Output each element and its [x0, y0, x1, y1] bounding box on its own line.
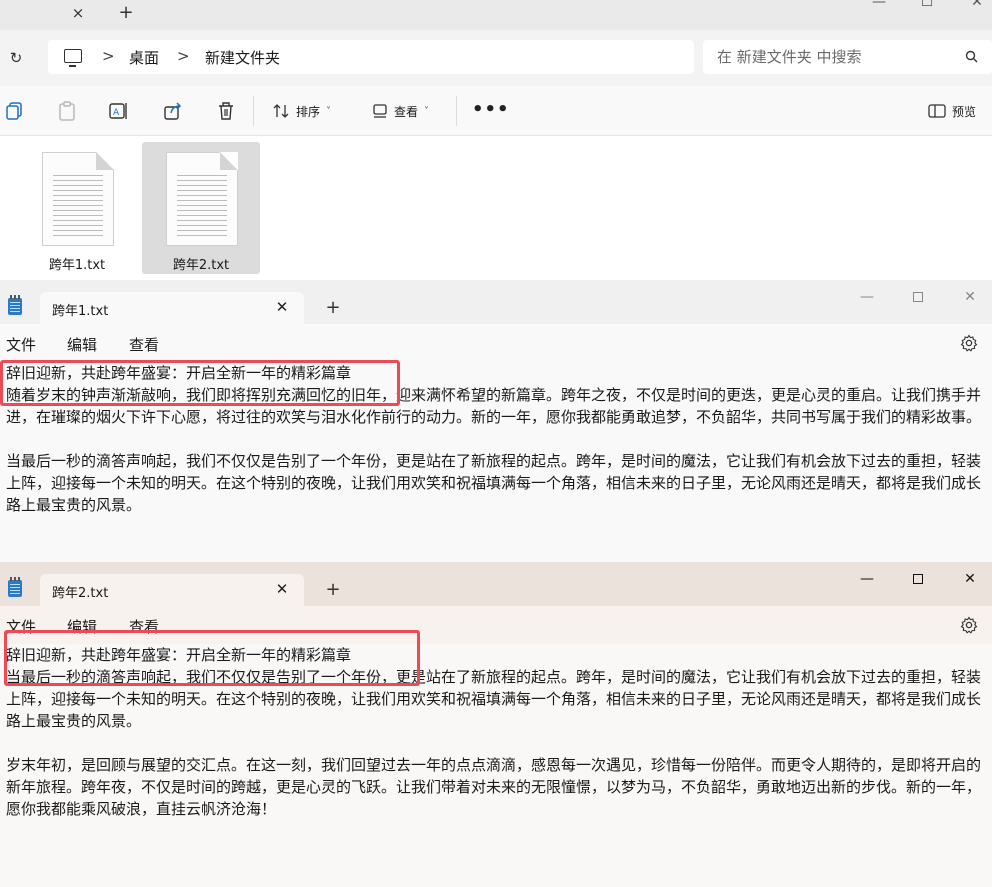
command-bar: A 排序 ˅ 查看 ˅ ••• 预览: [0, 86, 992, 136]
text-file-icon: [42, 152, 114, 246]
file-list: 跨年1.txt 跨年2.txt: [0, 136, 992, 280]
text-file-icon: [166, 152, 238, 246]
sort-button[interactable]: 排序 ˅: [272, 98, 331, 124]
file-item[interactable]: 跨年1.txt: [18, 142, 136, 274]
breadcrumb-separator-icon[interactable]: >: [102, 47, 115, 65]
breadcrumb-desktop[interactable]: 桌面: [129, 47, 159, 68]
notepad-window-1: 跨年1.txt ✕ + — ✕ 文件 编辑 查看 辞旧迎新，共赴跨年盛宴：开启全…: [0, 280, 992, 562]
settings-gear-icon[interactable]: [960, 616, 978, 634]
minimize-button[interactable]: —: [852, 568, 882, 590]
close-tab-icon[interactable]: ✕: [272, 579, 292, 599]
explorer-address-row: ↻ > 桌面 > 新建文件夹: [0, 30, 992, 86]
file-name: 跨年1.txt: [48, 258, 106, 273]
menu-view[interactable]: 查看: [129, 334, 159, 355]
toolbar-divider: [456, 96, 457, 126]
notepad-tab[interactable]: 跨年2.txt ✕: [40, 574, 304, 606]
search-box: [703, 40, 992, 74]
close-tab-icon[interactable]: ✕: [272, 297, 292, 317]
file-name: 跨年2.txt: [172, 258, 230, 273]
title-highlight-box: [0, 360, 400, 406]
breadcrumb-new-folder[interactable]: 新建文件夹: [205, 47, 280, 68]
explorer-tab-close-button[interactable]: ×: [68, 3, 88, 23]
notepad-window-2: 跨年2.txt ✕ + — ✕ 文件 编辑 查看 辞旧迎新，共赴跨年盛宴：开启全…: [0, 562, 992, 887]
explorer-new-tab-button[interactable]: +: [116, 3, 136, 23]
menu-file[interactable]: 文件: [6, 334, 36, 355]
paste-icon[interactable]: [56, 100, 78, 122]
refresh-icon[interactable]: ↻: [6, 48, 26, 68]
notepad-title-bar: 跨年2.txt ✕ + — ✕: [0, 562, 992, 606]
new-tab-button[interactable]: +: [323, 580, 343, 600]
this-pc-icon[interactable]: [64, 49, 82, 67]
address-bar[interactable]: > 桌面 > 新建文件夹: [48, 40, 694, 74]
maximize-button[interactable]: [913, 574, 923, 584]
delete-icon[interactable]: [215, 100, 237, 122]
explorer-tab-bar: × + — ☐ ✕: [0, 0, 992, 30]
sort-label: 排序: [296, 104, 321, 119]
close-window-button[interactable]: ✕: [955, 286, 985, 308]
menu-edit[interactable]: 编辑: [67, 334, 97, 355]
explorer-maximize-button[interactable]: ☐: [912, 0, 942, 12]
file-explorer-window: × + — ☐ ✕ ↻ > 桌面 > 新建文件夹 在 新建文件夹 中搜索 A 排…: [0, 0, 992, 280]
notepad-tab-title: 跨年2.txt: [52, 586, 109, 601]
preview-label: 预览: [952, 104, 977, 119]
notepad-app-icon: [8, 577, 22, 597]
svg-text:A: A: [113, 108, 120, 118]
notepad-tab[interactable]: 跨年1.txt ✕: [40, 292, 304, 324]
share-icon[interactable]: [162, 100, 184, 122]
title-highlight-box: [4, 630, 420, 686]
sort-icon: [273, 104, 289, 118]
settings-gear-icon[interactable]: [960, 334, 978, 352]
notepad-tab-title: 跨年1.txt: [52, 304, 109, 319]
view-button[interactable]: 查看 ˅: [372, 98, 429, 124]
view-label: 查看: [394, 104, 419, 119]
copy-icon[interactable]: [4, 100, 26, 122]
notepad-app-icon: [8, 295, 22, 315]
preview-pane-button[interactable]: 预览: [928, 98, 976, 124]
minimize-button[interactable]: —: [852, 286, 882, 308]
rename-icon[interactable]: A: [108, 100, 130, 122]
toolbar-divider: [253, 96, 254, 126]
new-tab-button[interactable]: +: [323, 298, 343, 318]
file-item[interactable]: 跨年2.txt: [142, 142, 260, 274]
search-input[interactable]: [703, 40, 953, 74]
chevron-down-icon: ˅: [424, 105, 430, 117]
chevron-down-icon: ˅: [326, 105, 332, 117]
notepad-title-bar: 跨年1.txt ✕ + — ✕: [0, 280, 992, 324]
search-icon[interactable]: [965, 50, 978, 63]
maximize-button[interactable]: [913, 292, 923, 302]
notepad-menu-bar: 文件 编辑 查看: [0, 324, 992, 362]
preview-pane-icon: [928, 104, 946, 118]
close-window-button[interactable]: ✕: [955, 568, 985, 590]
view-icon: [373, 104, 387, 118]
more-options-button[interactable]: •••: [472, 99, 510, 120]
breadcrumb-separator-icon[interactable]: >: [177, 47, 190, 65]
explorer-minimize-button[interactable]: —: [864, 0, 894, 12]
explorer-close-button[interactable]: ✕: [962, 0, 992, 12]
